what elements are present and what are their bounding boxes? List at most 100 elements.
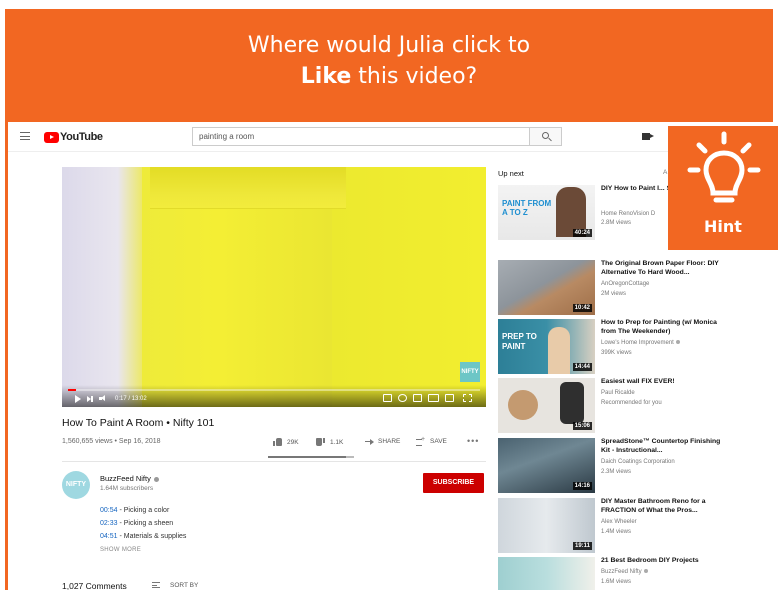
verified-icon — [153, 476, 159, 482]
chapter-text: - Picking a color — [117, 507, 170, 514]
recommended-video[interactable]: 15:06 Easiest wall FIX EVER! Paul Ricald… — [498, 378, 773, 434]
menu-icon[interactable] — [20, 132, 30, 140]
sort-by-button[interactable]: SORT BY — [170, 582, 198, 589]
channel-avatar[interactable]: NIFTY — [62, 471, 90, 499]
like-count: 29K — [287, 438, 299, 446]
chapter-timestamp-link[interactable]: 04:51 — [100, 533, 118, 540]
video-duration: 19:11 — [572, 542, 592, 550]
video-title: DIY Master Bathroom Reno for a FRACTION … — [601, 498, 706, 514]
search-input[interactable]: painting a room — [192, 127, 530, 146]
video-player[interactable]: NIFTY 0:17 / 13:02 — [62, 167, 486, 407]
video-duration: 15:06 — [572, 422, 592, 430]
autoplay-label: A — [663, 169, 668, 176]
video-views: 2M views — [601, 291, 627, 297]
video-channel-text: Lowe's Home Improvement — [601, 340, 674, 346]
channel-name[interactable]: BuzzFeed Nifty — [100, 474, 159, 483]
upload-video-icon[interactable] — [642, 133, 654, 140]
video-views: 1.4M views — [601, 529, 632, 535]
cast-icon[interactable] — [445, 394, 454, 402]
volume-icon[interactable] — [99, 395, 107, 402]
dislike-button[interactable]: 1.1K — [316, 438, 343, 446]
video-title: 21 Best Bedroom DIY Projects — [601, 557, 699, 564]
settings-icon[interactable] — [398, 394, 407, 402]
thumbnail-person — [548, 327, 570, 374]
more-actions-button[interactable]: ••• — [467, 437, 479, 446]
question-text: Where would Julia click to Like this vid… — [5, 30, 773, 92]
masthead: YouTube painting a room — [8, 122, 773, 152]
recommended-video[interactable]: PREP TO PAINT 14:44 How to Prep for Pain… — [498, 319, 773, 375]
thumbs-down-icon — [316, 438, 325, 446]
sort-icon[interactable] — [152, 582, 160, 588]
theater-mode-icon[interactable] — [428, 394, 439, 402]
chapter-text: - Picking a sheen — [117, 520, 174, 527]
video-thumbnail[interactable] — [498, 557, 595, 590]
channel-watermark[interactable]: NIFTY — [460, 362, 480, 382]
question-keyword: Like — [300, 64, 352, 89]
recommended-video[interactable]: 21 Best Bedroom DIY Projects BuzzFeed Ni… — [498, 557, 773, 590]
video-title: The Original Brown Paper Floor: DIY Alte… — [601, 260, 719, 276]
video-channel: Daich Coatings Corporation — [601, 459, 675, 465]
video-recommendation-note: Recommended for you — [601, 400, 662, 406]
search-button[interactable] — [530, 127, 562, 146]
video-channel-text: BuzzFeed Nifty — [601, 569, 642, 575]
hint-button[interactable]: Hint — [668, 126, 778, 250]
youtube-play-icon — [44, 131, 59, 143]
video-duration: 14:16 — [572, 482, 592, 490]
share-label: SHARE — [378, 438, 401, 445]
video-channel: Home RenoVision D — [601, 211, 656, 217]
recommended-video[interactable]: 14:16 SpreadStone™ Countertop Finishing … — [498, 438, 773, 494]
up-next-heading: Up next — [498, 169, 524, 178]
save-playlist-icon — [416, 436, 425, 446]
video-title: How to Prep for Painting (w/ Monica from… — [601, 319, 717, 335]
like-button[interactable]: 29K — [273, 438, 299, 446]
thumbnail-object — [508, 390, 538, 420]
chapter-timestamp-link[interactable]: 02:33 — [100, 520, 118, 527]
fullscreen-icon[interactable] — [463, 394, 472, 402]
next-icon[interactable] — [87, 396, 93, 402]
video-thumbnail[interactable]: 10:42 — [498, 260, 595, 315]
chapter-item: 04:51 - Materials & supplies — [100, 533, 186, 540]
video-views: 1.6M views — [601, 579, 632, 585]
video-channel: Paul Ricalde — [601, 390, 635, 396]
video-duration: 14:44 — [572, 363, 592, 371]
thumbnail-tool — [560, 382, 584, 424]
subscribe-button[interactable]: SUBSCRIBE — [423, 473, 484, 493]
chapter-item: 02:33 - Picking a sheen — [100, 520, 173, 527]
video-duration: 10:42 — [572, 304, 592, 312]
video-thumbnail[interactable]: 14:16 — [498, 438, 595, 493]
video-views: 399K views — [601, 350, 632, 356]
youtube-page: YouTube painting a room NIFTY 0:17 / 13:… — [8, 122, 773, 590]
video-frame-roller — [150, 167, 346, 209]
share-icon — [365, 438, 374, 445]
share-button[interactable]: SHARE — [365, 438, 400, 445]
video-frame-wall — [62, 167, 142, 407]
video-views: 2.3M views — [601, 469, 632, 475]
video-thumbnail[interactable]: PREP TO PAINT 14:44 — [498, 319, 595, 374]
time-display: 0:17 / 13:02 — [115, 396, 147, 402]
video-thumbnail[interactable]: 19:11 — [498, 498, 595, 553]
play-icon[interactable] — [75, 395, 81, 403]
video-meta: 1,560,655 views • Sep 16, 2018 — [62, 438, 161, 445]
like-ratio-fill — [268, 456, 346, 458]
divider — [62, 461, 486, 462]
video-channel: BuzzFeed Nifty — [601, 569, 648, 575]
progress-fill — [68, 389, 77, 391]
verified-icon — [675, 340, 680, 345]
thumbnail-text: PREP TO PAINT — [502, 332, 537, 351]
miniplayer-icon[interactable] — [413, 394, 422, 402]
thumbs-up-icon — [273, 438, 282, 446]
chapter-item: 00:54 - Picking a color — [100, 507, 169, 514]
video-thumbnail[interactable]: PAINT FROM A TO Z 40:24 — [498, 185, 595, 240]
chapter-timestamp-link[interactable]: 00:54 — [100, 507, 118, 514]
video-views: 2.8M views — [601, 220, 632, 226]
subtitles-icon[interactable] — [383, 394, 392, 402]
question-line-2: Like this video? — [5, 61, 773, 92]
recommended-video[interactable]: 10:42 The Original Brown Paper Floor: DI… — [498, 260, 773, 316]
youtube-logo[interactable]: YouTube — [44, 131, 103, 143]
save-button[interactable]: SAVE — [416, 436, 447, 446]
video-thumbnail[interactable]: 15:06 — [498, 378, 595, 433]
recommended-video[interactable]: 19:11 DIY Master Bathroom Reno for a FRA… — [498, 498, 773, 554]
channel-name-text: BuzzFeed Nifty — [100, 474, 151, 483]
show-more-button[interactable]: SHOW MORE — [100, 547, 141, 553]
progress-bar[interactable] — [68, 389, 480, 391]
